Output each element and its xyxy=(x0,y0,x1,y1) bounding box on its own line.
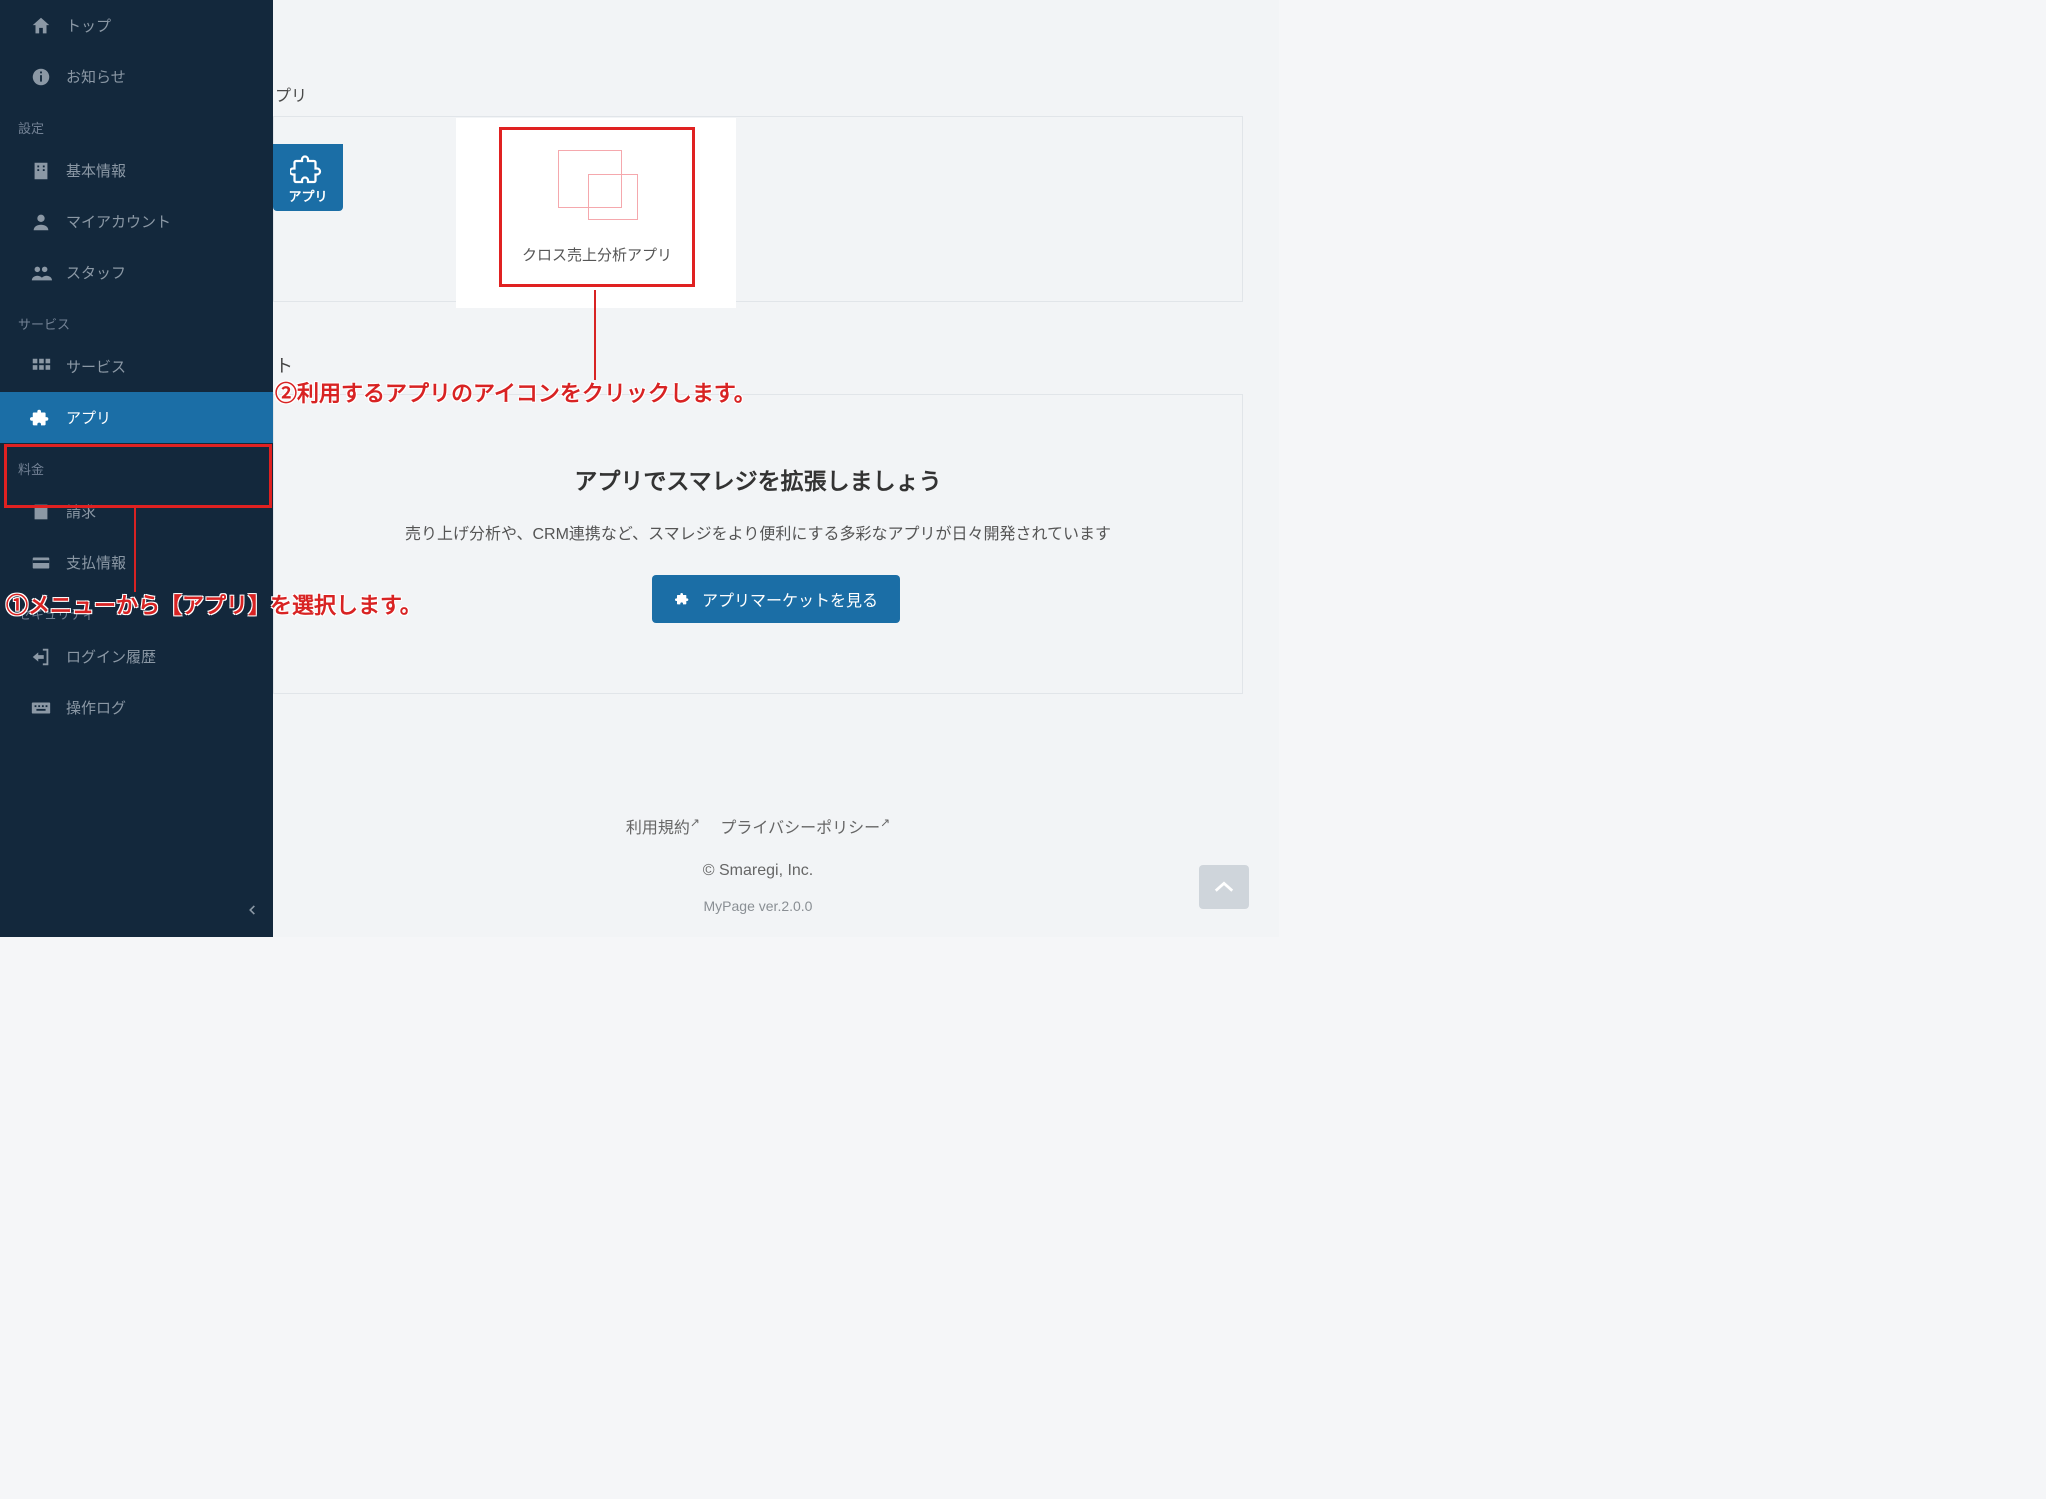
people-icon xyxy=(30,264,52,282)
login-icon xyxy=(30,648,52,666)
sidebar-section-settings: 設定 xyxy=(0,102,273,145)
puzzle-icon xyxy=(290,152,326,182)
annotation-step-1: ①メニューから【アプリ】を選択します。 xyxy=(6,588,422,620)
sidebar-item-label: お知らせ xyxy=(66,66,126,87)
annotation-connector-1 xyxy=(134,508,136,592)
annotation-connector-2 xyxy=(594,290,596,380)
annotation-step-2: ②利用するアプリのアイコンをクリックします。 xyxy=(275,376,756,408)
sidebar-item-label: アプリ xyxy=(66,407,111,428)
sidebar-item-billing[interactable]: 請求 xyxy=(0,486,273,537)
market-title: アプリでスマレジを拡張しましょう xyxy=(273,462,1243,496)
sidebar-item-my-account[interactable]: マイアカウント xyxy=(0,196,273,247)
home-icon xyxy=(30,17,52,35)
sidebar-item-news[interactable]: お知らせ xyxy=(0,51,273,102)
sidebar-item-service[interactable]: サービス xyxy=(0,341,273,392)
keyboard-icon xyxy=(30,699,52,717)
sidebar-item-label: ログイン履歴 xyxy=(66,646,156,667)
sidebar-item-label: 操作ログ xyxy=(66,697,126,718)
view-app-market-button[interactable]: アプリマーケットを見る xyxy=(652,575,900,623)
apps-panel xyxy=(273,116,1243,302)
sidebar-item-operation-log[interactable]: 操作ログ xyxy=(0,682,273,733)
grid-icon xyxy=(30,358,52,376)
sidebar-item-app[interactable]: アプリ xyxy=(0,392,273,443)
sidebar-item-basic-info[interactable]: 基本情報 xyxy=(0,145,273,196)
sidebar: トップ お知らせ 設定 基本情報 マイアカウント スタッフ サービス サービス xyxy=(0,0,273,937)
puzzle-icon xyxy=(674,591,692,607)
sidebar-item-login-history[interactable]: ログイン履歴 xyxy=(0,631,273,682)
footer-version: MyPage ver.2.0.0 xyxy=(273,898,1243,914)
sidebar-collapse-toggle[interactable] xyxy=(0,887,273,937)
sidebar-item-label: スタッフ xyxy=(66,262,126,283)
sidebar-item-label: 支払情報 xyxy=(66,552,126,573)
market-description: 売り上げ分析や、CRM連携など、スマレジをより便利にする多彩なアプリが日々開発さ… xyxy=(273,520,1243,544)
card-icon xyxy=(30,554,52,572)
footer-link-privacy[interactable]: プライバシーポリシー↗ xyxy=(720,820,890,837)
page-title-partial: プリ xyxy=(273,82,307,106)
scroll-to-top-button[interactable] xyxy=(1199,865,1249,909)
sidebar-item-payment[interactable]: 支払情報 xyxy=(0,537,273,588)
person-icon xyxy=(30,213,52,231)
app-thumbnail xyxy=(502,130,692,240)
sidebar-section-fee: 料金 xyxy=(0,443,273,486)
sidebar-item-top[interactable]: トップ xyxy=(0,0,273,51)
footer-links: 利用規約↗ プライバシーポリシー↗ xyxy=(273,814,1243,838)
sidebar-item-label: 基本情報 xyxy=(66,160,126,181)
external-link-icon: ↗ xyxy=(880,816,890,830)
chevron-left-icon xyxy=(245,906,259,923)
market-panel xyxy=(273,394,1243,694)
receipt-icon xyxy=(30,503,52,521)
sidebar-item-label: マイアカウント xyxy=(66,211,171,232)
footer-link-terms[interactable]: 利用規約↗ xyxy=(626,820,700,837)
footer-copyright: © Smaregi, Inc. xyxy=(273,862,1243,880)
puzzle-icon xyxy=(30,409,52,427)
sidebar-item-staff[interactable]: スタッフ xyxy=(0,247,273,298)
external-link-icon: ↗ xyxy=(690,816,700,830)
mini-card-label: アプリ xyxy=(277,186,339,205)
chevron-up-icon xyxy=(1213,880,1235,894)
building-icon xyxy=(30,162,52,180)
main-content: プリ 連携アプリ アプリでスマレジを拡張しましょう 売り上げ分析や、CRM連携な… xyxy=(273,0,1279,937)
app-card-label: クロス売上分析アプリ xyxy=(502,244,692,265)
market-button-label: アプリマーケットを見る xyxy=(702,587,878,611)
section-marker: ト xyxy=(273,352,293,378)
app-card-apps[interactable]: アプリ xyxy=(273,144,343,211)
info-icon xyxy=(30,68,52,86)
sidebar-item-label: トップ xyxy=(66,15,111,36)
sidebar-item-label: 請求 xyxy=(66,501,96,522)
sidebar-section-service: サービス xyxy=(0,298,273,341)
sidebar-item-label: サービス xyxy=(66,356,126,377)
app-card-cross-analysis[interactable]: クロス売上分析アプリ xyxy=(499,127,695,287)
